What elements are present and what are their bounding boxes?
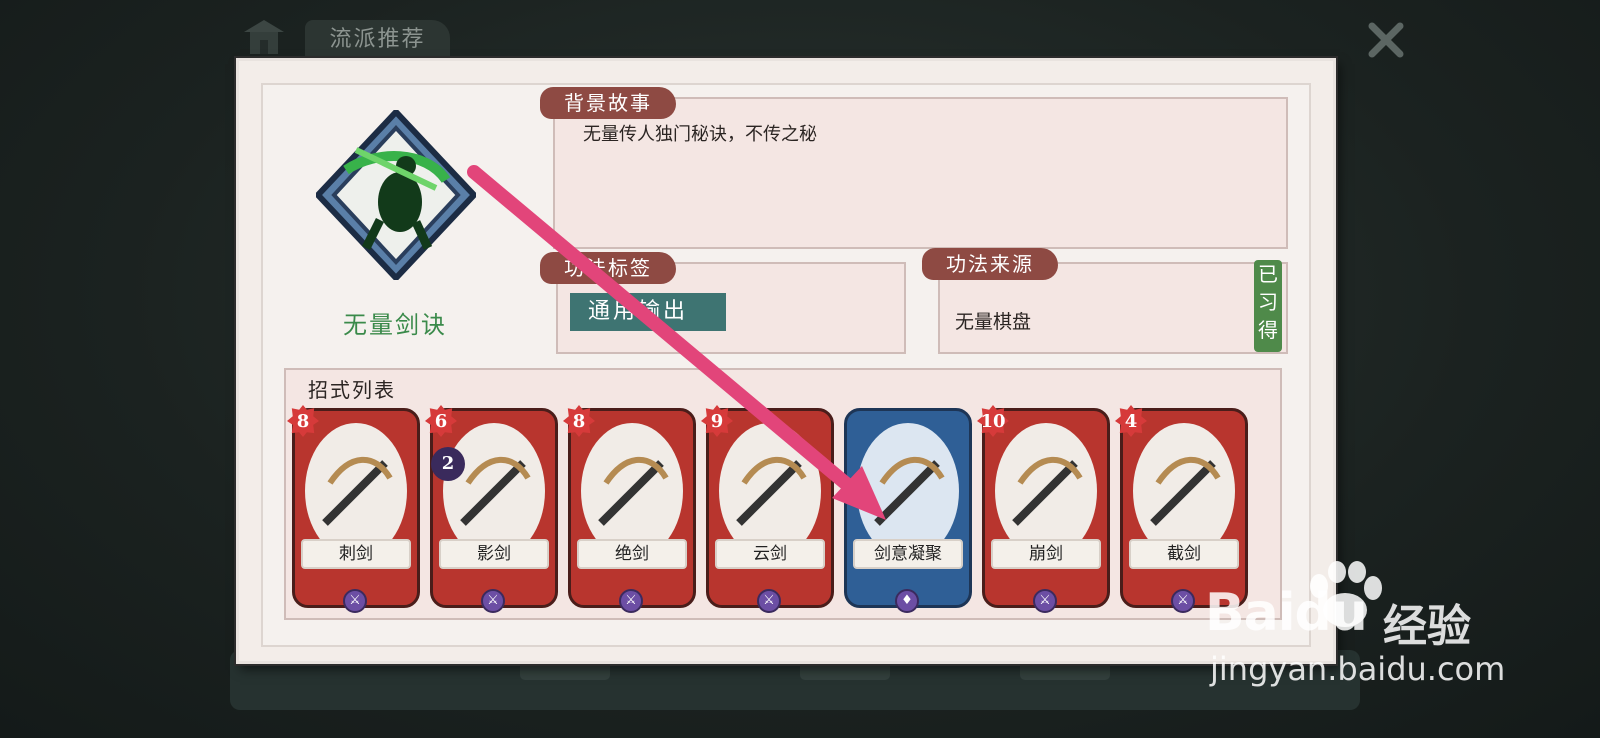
move-card[interactable]: 绝剑 ⚔ 8 [563, 405, 696, 613]
style-name: 无量剑诀 [343, 311, 447, 339]
temple-icon [244, 20, 284, 54]
moves-list-title: 招式列表 [308, 378, 396, 402]
move-extra-badge: 2 [431, 447, 465, 481]
move-name: 云剑 [715, 539, 825, 569]
sword-icon: ⚔ [1033, 589, 1057, 613]
learned-badge: 已习得 [1254, 260, 1282, 352]
sword-icon: ⚔ [757, 589, 781, 613]
sword-style-emblem-icon [316, 110, 476, 280]
sword-icon: ⚔ [1171, 589, 1195, 613]
move-name: 刺剑 [301, 539, 411, 569]
move-card[interactable]: 云剑 ⚔ 9 [701, 405, 834, 613]
sword-icon: ⚔ [619, 589, 643, 613]
move-name: 剑意凝聚 [853, 539, 963, 569]
technique-source-label: 功法来源 [922, 248, 1058, 280]
move-name: 崩剑 [991, 539, 1101, 569]
background-story-label: 背景故事 [540, 87, 676, 119]
tag-chip: 通用输出 [570, 293, 726, 331]
sword-icon: ⚔ [481, 589, 505, 613]
background-story-text: 无量传人独门秘诀，不传之秘 [583, 124, 817, 145]
technique-source-text: 无量棋盘 [955, 311, 1032, 333]
move-card[interactable]: 崩剑 ⚔ 10 [977, 405, 1110, 613]
move-card[interactable]: 影剑 ⚔ 6 2 [425, 405, 558, 613]
move-name: 绝剑 [577, 539, 687, 569]
sword-icon: ⚔ [343, 589, 367, 613]
close-icon[interactable] [1360, 14, 1412, 66]
move-card[interactable]: 截剑 ⚔ 4 [1115, 405, 1248, 613]
tab-school-recommend[interactable]: 流派推荐 [305, 20, 450, 60]
watermark-logo: Baidu [1205, 583, 1368, 643]
technique-tags-label: 功法标签 [540, 252, 676, 284]
move-card[interactable]: 刺剑 ⚔ 8 [287, 405, 420, 613]
move-card[interactable]: 剑意凝聚 ♦ [844, 408, 972, 613]
move-name: 影剑 [439, 539, 549, 569]
watermark-url: jingyan.baidu.com [1210, 650, 1506, 688]
move-name: 截剑 [1129, 539, 1239, 569]
buff-icon: ♦ [895, 589, 919, 613]
watermark-cn: 经验 [1383, 601, 1471, 652]
